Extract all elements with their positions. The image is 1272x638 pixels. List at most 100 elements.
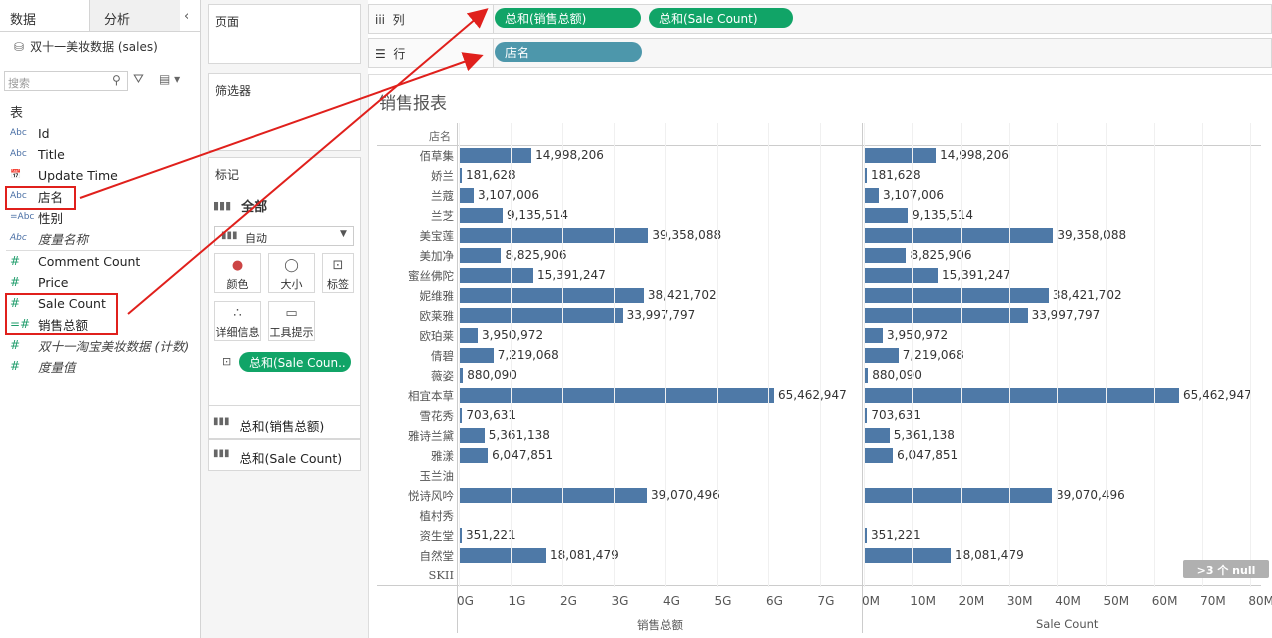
pages-card[interactable]: 页面	[208, 4, 361, 64]
data-label: 9,135,514	[506, 208, 569, 222]
tab-analysis[interactable]: 分析	[90, 0, 180, 31]
field-measure-values[interactable]: # 度量值	[10, 356, 76, 376]
column-pill-sale-count[interactable]: 总和(Sale Count)	[649, 8, 793, 28]
tab-data[interactable]: 数据	[0, 0, 90, 31]
field-record-count[interactable]: # 双十一淘宝美妆数据 (计数)	[10, 335, 189, 355]
data-label: 33,997,797	[1031, 308, 1101, 322]
bar-mark[interactable]	[459, 328, 478, 343]
field-comment-count[interactable]: # Comment Count	[10, 251, 140, 271]
bar-mark[interactable]	[864, 388, 1179, 403]
field-title[interactable]: Abc Title	[10, 144, 65, 164]
bar-mark[interactable]	[864, 308, 1028, 323]
row-label[interactable]: 欧珀莱	[420, 328, 455, 344]
data-label: 3,107,006	[477, 188, 540, 202]
row-label[interactable]: 资生堂	[420, 528, 455, 544]
null-indicator-badge[interactable]: >3 个 null	[1183, 560, 1269, 578]
search-icon[interactable]: ⚲	[112, 73, 121, 87]
axis-tick-label: 4G	[663, 594, 680, 608]
row-label[interactable]: 雪花秀	[420, 408, 455, 424]
row-label[interactable]: 兰蔻	[431, 188, 454, 204]
bar-mark[interactable]	[864, 188, 879, 203]
bar-mark[interactable]	[864, 248, 907, 263]
field-price[interactable]: # Price	[10, 272, 69, 292]
row-label[interactable]: 玉兰油	[420, 468, 455, 484]
detail-button[interactable]: ∴ 详细信息	[214, 301, 261, 341]
bar-mark[interactable]	[459, 388, 774, 403]
bar-mark[interactable]	[459, 248, 502, 263]
bar-mark[interactable]	[459, 188, 474, 203]
label-button[interactable]: ⊡ 标签	[322, 253, 354, 293]
field-gender[interactable]: =Abc 性别	[10, 207, 63, 227]
bar-mark[interactable]	[459, 208, 503, 223]
number-icon: #	[10, 275, 21, 289]
row-label[interactable]: 妮维雅	[420, 288, 455, 304]
row-label[interactable]: 美宝莲	[420, 228, 455, 244]
row-label[interactable]: 植村秀	[420, 508, 455, 524]
search-input[interactable]: 搜索	[4, 71, 128, 91]
row-label[interactable]: SKII	[428, 568, 454, 582]
field-id[interactable]: Abc Id	[10, 123, 50, 143]
size-button[interactable]: ◯ 大小	[268, 253, 315, 293]
datasource-item[interactable]: ⛁ 双十一美妆数据 (sales)	[14, 38, 158, 55]
bar-mark[interactable]	[864, 288, 1049, 303]
axis-tick-label: 80M	[1248, 594, 1272, 608]
marks-all[interactable]: ▮▮▮ 全部	[213, 196, 267, 215]
row-label[interactable]: 雅诗兰黛	[408, 428, 454, 444]
view-options-icon[interactable]: ▤ ▾	[159, 72, 180, 86]
shelf-item-sales-total[interactable]: ▮▮▮ 总和(销售总额)	[213, 416, 324, 435]
bar-mark[interactable]	[459, 488, 647, 503]
field-measure-names[interactable]: Abc 度量名称	[10, 228, 88, 248]
bar-mark[interactable]	[459, 288, 644, 303]
data-label: 8,825,906	[910, 248, 972, 262]
column-pill-sales-total[interactable]: 总和(销售总额)	[495, 8, 641, 28]
axis-tick-label: 30M	[1006, 594, 1033, 608]
row-label[interactable]: 娇兰	[431, 168, 454, 184]
bar-mark[interactable]	[864, 548, 951, 563]
database-icon: ⛁	[14, 39, 25, 54]
bar-mark[interactable]	[864, 228, 1054, 243]
bar-mark[interactable]	[459, 308, 623, 323]
tooltip-button[interactable]: ▭ 工具提示	[268, 301, 315, 341]
row-label[interactable]: 相宜本草	[408, 388, 454, 404]
bar-mark[interactable]	[864, 268, 939, 283]
gridline	[716, 123, 718, 587]
row-pill-store[interactable]: 店名	[495, 42, 642, 62]
axis-tick-label: 0G	[457, 594, 474, 608]
shelf-item-sale-count[interactable]: ▮▮▮ 总和(Sale Count)	[213, 448, 342, 467]
filter-icon[interactable]: ⛛	[133, 72, 144, 87]
data-label: 9,135,514	[911, 208, 974, 222]
bar-mark[interactable]	[864, 328, 883, 343]
bar-mark[interactable]	[459, 148, 532, 163]
filters-card[interactable]: 筛选器	[208, 73, 361, 151]
row-label[interactable]: 悦诗风吟	[408, 488, 454, 504]
bar-mark[interactable]	[864, 428, 890, 443]
row-label[interactable]: 美加净	[420, 248, 455, 264]
bar-mark[interactable]	[864, 448, 894, 463]
chevron-down-icon[interactable]: ▼	[340, 229, 347, 239]
field-update-time[interactable]: 📅 Update Time	[10, 165, 118, 185]
bar-mark[interactable]	[459, 268, 534, 283]
bar-mark[interactable]	[459, 448, 489, 463]
bar-mark[interactable]	[459, 428, 485, 443]
bar-mark[interactable]	[864, 148, 937, 163]
bar-mark[interactable]	[459, 348, 494, 363]
label-pill[interactable]: 总和(Sale Coun..	[239, 352, 351, 372]
gridline	[562, 123, 563, 587]
bar-mark[interactable]	[864, 348, 899, 363]
row-label[interactable]: 薇姿	[431, 368, 454, 384]
row-label[interactable]: 兰芝	[431, 208, 454, 224]
color-button[interactable]: ● 颜色	[214, 253, 261, 293]
calculated-abc-icon: =Abc	[10, 212, 35, 222]
bar-mark[interactable]	[864, 488, 1052, 503]
row-label[interactable]: 欧莱雅	[420, 308, 455, 324]
row-label[interactable]: 倩碧	[431, 348, 454, 364]
collapse-panel-icon[interactable]: ‹	[184, 9, 189, 24]
bar-mark[interactable]	[864, 208, 908, 223]
row-label[interactable]: 佰草集	[420, 148, 455, 164]
gridline	[819, 123, 821, 587]
bar-mark[interactable]	[459, 548, 546, 563]
bar-mark[interactable]	[459, 228, 649, 243]
row-label[interactable]: 蜜丝佛陀	[408, 268, 454, 284]
row-label[interactable]: 雅漾	[431, 448, 454, 464]
row-label[interactable]: 自然堂	[420, 548, 455, 564]
